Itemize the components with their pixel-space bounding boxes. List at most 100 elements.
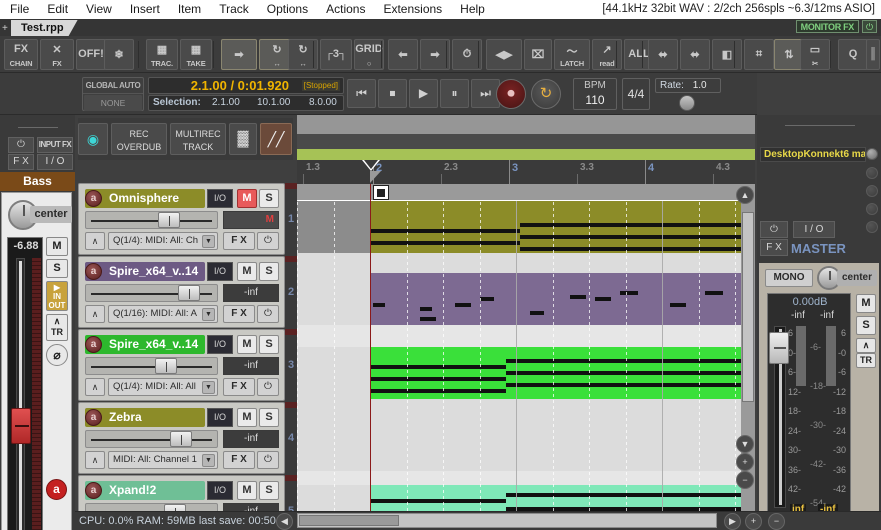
track-volume-handle[interactable]: [158, 212, 180, 228]
take-grouping-button[interactable]: ▦TAKE: [180, 39, 212, 70]
track-volume-value[interactable]: M: [223, 211, 279, 229]
rate-value[interactable]: 1.0: [693, 80, 707, 91]
track-panel[interactable]: ZebraaI/OMS-inf∧MIDI: All: Channel 1▼F X…: [78, 402, 285, 474]
split-button[interactable]: ▭✂: [800, 39, 830, 70]
track-volume-handle[interactable]: [170, 431, 192, 447]
midi-editor-button[interactable]: ╱╱: [260, 123, 292, 155]
nav-back-button[interactable]: ⬅: [388, 39, 418, 70]
hardware-output-name[interactable]: DesktopKonnekt6 mai: [760, 147, 866, 162]
env-bypass-button[interactable]: ⌧: [524, 39, 552, 70]
master-envelope-button[interactable]: ∧: [856, 338, 876, 353]
bpm-field[interactable]: BPM 110: [573, 78, 617, 110]
track-name-label[interactable]: Spire_x64_v..14: [85, 262, 205, 281]
menu-item-help[interactable]: Help: [451, 0, 494, 19]
strip-fader-track[interactable]: [16, 258, 25, 530]
menu-item-extensions[interactable]: Extensions: [374, 0, 451, 19]
track-envelope-button[interactable]: ∧: [85, 305, 105, 323]
track-name-label[interactable]: Omnisphere: [85, 189, 205, 208]
read-button[interactable]: ↗read: [592, 39, 622, 70]
master-mute-button[interactable]: M: [856, 294, 876, 313]
routing-matrix-button[interactable]: ║: [866, 39, 880, 70]
zoom-out-h-button[interactable]: −: [768, 513, 785, 530]
master-fx-button[interactable]: F X: [760, 239, 788, 256]
playrate-knob[interactable]: [679, 95, 695, 111]
repeat-loop-button[interactable]: ↻: [531, 79, 561, 109]
master-volume-fader[interactable]: [769, 332, 789, 364]
fx-chain-button[interactable]: FXCHAIN: [4, 39, 38, 70]
track-route-selector[interactable]: MIDI: All: Channel 1▼: [108, 451, 218, 469]
time-selection-display[interactable]: Selection: 2.1.00 10.1.00 8.0.00: [148, 95, 344, 111]
time-signature-field[interactable]: 4/4: [622, 78, 650, 110]
global-automation-control[interactable]: GLOBAL AUTO NONE: [82, 77, 144, 111]
midi-off-button[interactable]: OFF!: [76, 39, 106, 70]
menu-item-view[interactable]: View: [77, 0, 121, 19]
track-volume-slider[interactable]: [85, 430, 218, 448]
mixer-toggle-button[interactable]: ▓: [229, 123, 257, 155]
track-route-selector[interactable]: Q(1/4): MIDI: All: All▼: [108, 378, 218, 396]
track-route-selector[interactable]: Q(1/4): MIDI: All: Ch▼: [108, 232, 218, 250]
track-name-label[interactable]: Zebra: [85, 408, 205, 427]
track-fx-power-icon[interactable]: ⏻: [257, 232, 279, 250]
ripple-edit-button[interactable]: ➡: [221, 39, 257, 70]
master-io-button[interactable]: I / O: [793, 221, 835, 238]
latch-button[interactable]: 〜LATCH: [554, 39, 590, 70]
selection-length[interactable]: 8.0.00: [309, 96, 337, 110]
master-pan-value[interactable]: center: [837, 270, 877, 286]
track-fx-button[interactable]: F X: [223, 232, 255, 250]
strip-fx-button[interactable]: F X: [8, 154, 34, 170]
track-lane[interactable]: [297, 273, 741, 325]
track-solo-button[interactable]: S: [259, 408, 279, 427]
menu-item-file[interactable]: File: [0, 0, 38, 19]
multirec-track-button[interactable]: MULTIREC TRACK: [170, 123, 226, 155]
menu-item-item[interactable]: Item: [169, 0, 210, 19]
grid-button[interactable]: GRID○: [354, 39, 384, 70]
track-io-button[interactable]: I/O: [207, 189, 233, 208]
track-record-arm-icon[interactable]: a: [85, 336, 102, 353]
track-route-selector[interactable]: Q(1/16): MIDI: All: A▼: [108, 305, 218, 323]
record-button[interactable]: ⏺: [496, 79, 526, 109]
track-mute-button[interactable]: M: [237, 408, 257, 427]
chevron-down-icon[interactable]: ▼: [202, 235, 215, 248]
track-record-arm-icon[interactable]: a: [85, 263, 102, 280]
master-solo-button[interactable]: S: [856, 316, 876, 335]
hscroll-thumb[interactable]: [299, 515, 399, 526]
strip-pan-value[interactable]: center: [30, 206, 72, 223]
zoom-in-h-button[interactable]: +: [745, 513, 762, 530]
track-mute-button[interactable]: M: [237, 189, 257, 208]
transport-play-button[interactable]: ▶: [409, 79, 438, 108]
track-envelope-button[interactable]: ∧: [85, 378, 105, 396]
chevron-down-icon[interactable]: ▼: [202, 381, 215, 394]
hardware-out-indicator-1[interactable]: [866, 148, 878, 160]
strip-track-name[interactable]: Bass: [0, 172, 75, 191]
hardware-out-indicator-3[interactable]: [866, 185, 878, 197]
strip-fx-power-icon[interactable]: ⏻: [8, 137, 34, 153]
arrange-horizontal-scrollbar[interactable]: [297, 513, 717, 528]
zoom-vertical-in-button[interactable]: +: [736, 453, 754, 471]
track-panel[interactable]: Spire_x64_v..14aI/OMS-inf∧Q(1/4): MIDI: …: [78, 329, 285, 401]
track-lanes[interactable]: [297, 184, 741, 517]
strip-automation-badge[interactable]: a: [46, 479, 67, 500]
track-grouping-button[interactable]: ▦TRAC.: [146, 39, 178, 70]
bpm-value[interactable]: 110: [574, 93, 616, 108]
strip-phase-invert-button[interactable]: ⌀: [46, 344, 68, 366]
chevron-down-icon[interactable]: ▼: [202, 308, 215, 321]
strip-io-button[interactable]: I / O: [37, 154, 73, 170]
track-fx-button[interactable]: F X: [223, 378, 255, 396]
track-lane[interactable]: [297, 399, 741, 471]
track-volume-value[interactable]: -inf: [223, 357, 279, 375]
menu-item-track[interactable]: Track: [210, 0, 258, 19]
track-record-arm-icon[interactable]: a: [85, 409, 102, 426]
track-io-button[interactable]: I/O: [207, 262, 233, 281]
track-mute-button[interactable]: M: [237, 335, 257, 354]
track-solo-button[interactable]: S: [259, 335, 279, 354]
track-fx-power-icon[interactable]: ⏻: [257, 305, 279, 323]
track-fx-power-icon[interactable]: ⏻: [257, 378, 279, 396]
crossfade-button[interactable]: ◧: [712, 39, 742, 70]
track-panel[interactable]: Spire_x64_v..14aI/OMS-inf∧Q(1/16): MIDI:…: [78, 256, 285, 328]
arrange-vscroll-thumb[interactable]: [742, 212, 754, 402]
fx-bypass-button[interactable]: ✕FX: [40, 39, 74, 70]
selection-start[interactable]: 2.1.00: [212, 96, 240, 110]
automation-env-button[interactable]: ◀▶: [486, 39, 522, 70]
reaper-q-button[interactable]: Q: [838, 39, 868, 70]
strip-mute-button[interactable]: M: [46, 237, 68, 256]
